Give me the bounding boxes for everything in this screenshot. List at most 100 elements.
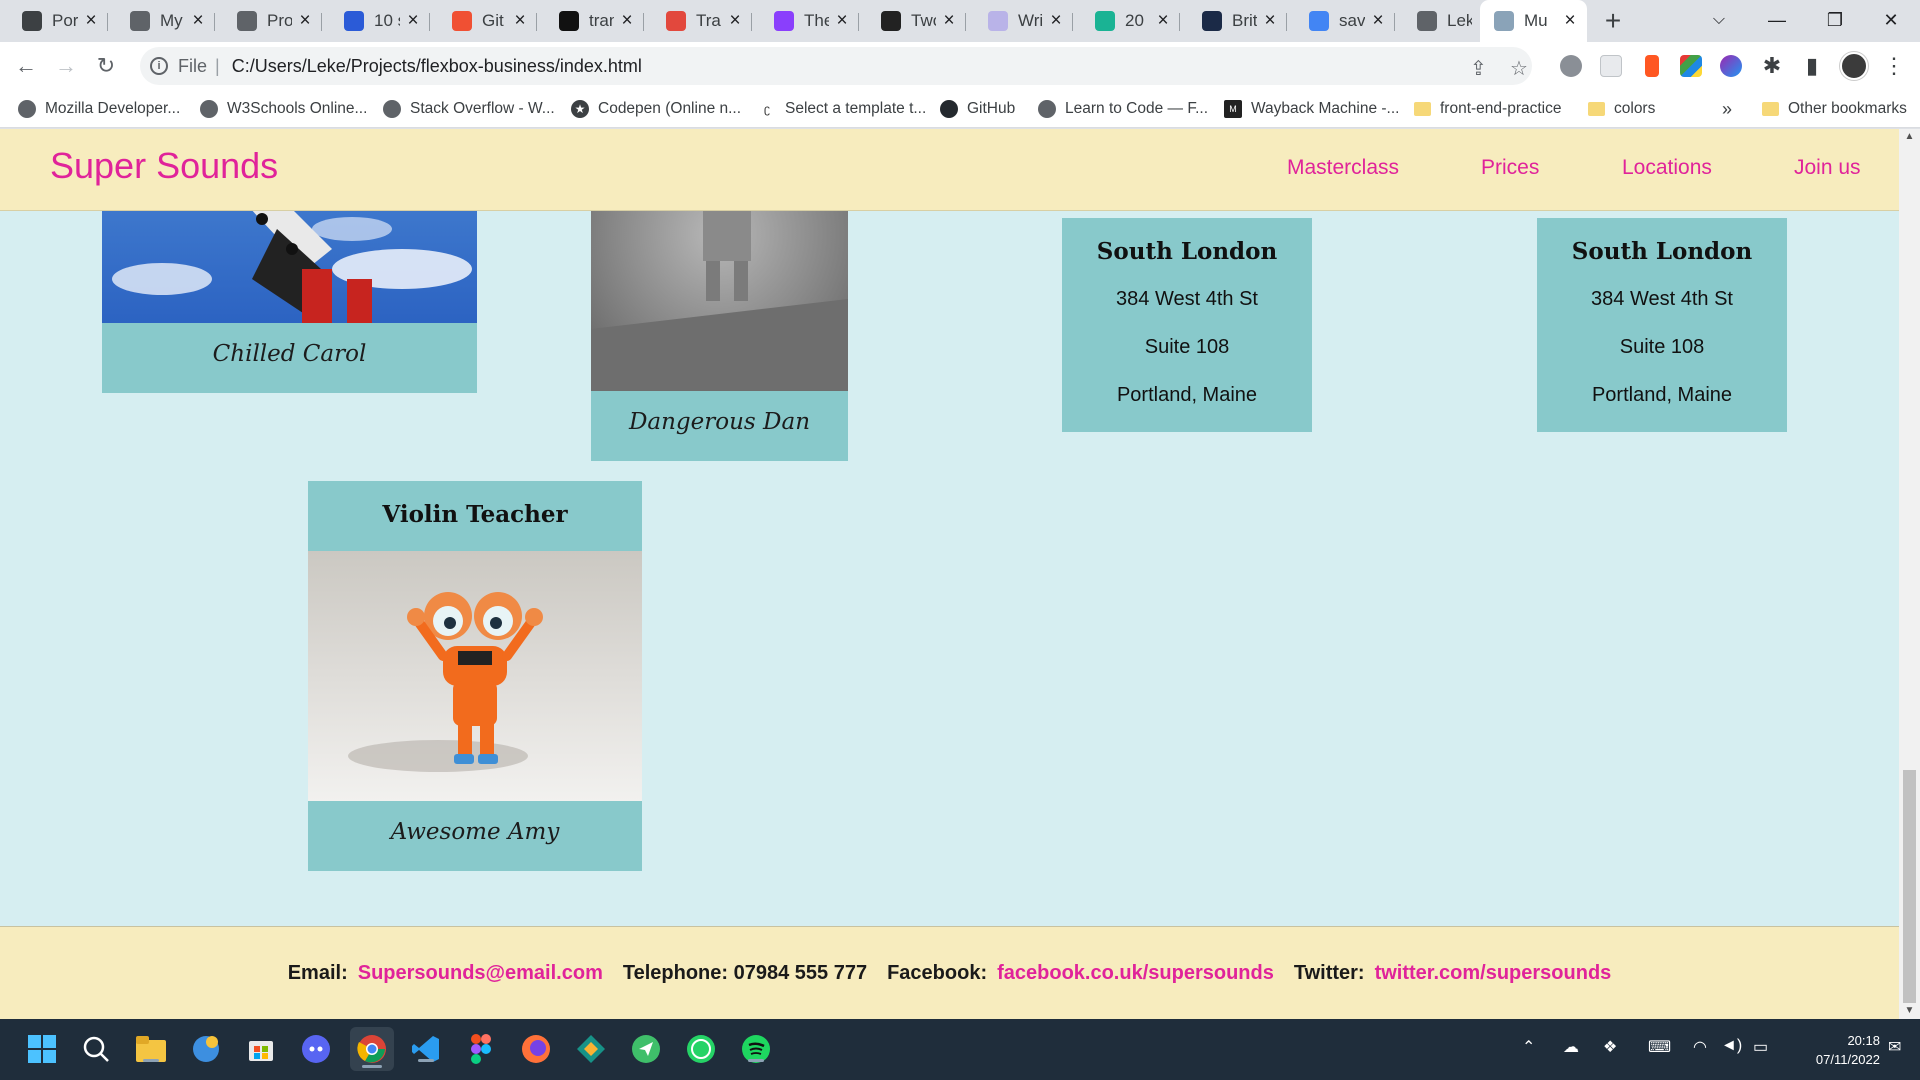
browser-tab[interactable]: Two× — [859, 0, 966, 42]
close-tab-icon[interactable]: × — [404, 10, 422, 32]
side-panel-icon[interactable]: ▮ — [1796, 50, 1828, 82]
back-arrow-icon[interactable]: ← — [10, 50, 42, 82]
profile-avatar[interactable] — [1840, 52, 1868, 80]
footer-facebook-link[interactable]: facebook.co.uk/supersounds — [997, 962, 1274, 985]
bookmark-item[interactable]: M Wayback Machine -... — [1224, 90, 1399, 128]
spotify-icon[interactable] — [740, 1033, 772, 1065]
page-viewport: Chilled Carol Dangerous Dan South London… — [0, 129, 1920, 1019]
address-bar[interactable]: i File | C:/Users/Leke/Projects/flexbox-… — [140, 47, 1532, 85]
bookmark-folder[interactable]: front-end-practice — [1414, 90, 1561, 128]
firefox-icon[interactable] — [520, 1033, 552, 1065]
nav-link-locations[interactable]: Locations — [1622, 156, 1712, 180]
new-tab-button[interactable]: + — [1598, 6, 1628, 36]
dropbox-icon[interactable]: ❖ — [1603, 1037, 1617, 1057]
system-clock[interactable]: 20:18 07/11/2022 — [1790, 1031, 1880, 1069]
microsoft-store-icon[interactable] — [245, 1033, 277, 1065]
bookmarks-overflow-button[interactable]: » — [1722, 90, 1732, 128]
tab-search-chevron-icon[interactable]: ⌵ — [1690, 0, 1748, 40]
minimize-button[interactable]: — — [1748, 0, 1806, 40]
browser-tab[interactable]: tran × — [537, 0, 644, 42]
bookmark-item[interactable]: Mozilla Developer... — [18, 90, 180, 128]
extension-icon[interactable] — [1645, 55, 1659, 77]
weather-widget-icon[interactable] — [190, 1033, 222, 1065]
figma-icon[interactable] — [465, 1033, 497, 1065]
browser-tab[interactable]: Mu × — [1480, 0, 1587, 42]
info-icon[interactable]: i — [150, 57, 168, 75]
bookmark-star-icon[interactable]: ☆ — [1510, 56, 1528, 81]
wifi-icon[interactable]: ◠ — [1693, 1037, 1707, 1057]
browser-tab[interactable]: 10 s× — [322, 0, 430, 42]
chrome-taskbar-icon[interactable] — [350, 1027, 394, 1071]
close-tab-icon[interactable]: × — [1047, 10, 1065, 32]
browser-tab[interactable]: savi× — [1287, 0, 1395, 42]
send-app-icon[interactable] — [630, 1033, 662, 1065]
browser-tab[interactable]: Trai × — [644, 0, 752, 42]
browser-tab[interactable]: Wri × — [966, 0, 1073, 42]
other-bookmarks-folder[interactable]: Other bookmarks — [1762, 90, 1907, 128]
colorzilla-icon[interactable] — [1680, 55, 1702, 77]
bookmark-item[interactable]: ʗ Select a template t... — [758, 90, 926, 128]
puzzle-extensions-icon[interactable]: ✱ — [1756, 50, 1788, 82]
close-tab-icon[interactable]: × — [1261, 10, 1279, 32]
battery-icon[interactable]: ▭ — [1753, 1037, 1768, 1057]
scroll-down-arrow-icon[interactable]: ▼ — [1899, 1003, 1920, 1019]
bookmark-folder[interactable]: colors — [1588, 90, 1655, 128]
tab-title: 20 E — [1125, 11, 1150, 30]
close-tab-icon[interactable]: × — [296, 10, 314, 32]
location-suite: Suite 108 — [1144, 336, 1230, 358]
forward-arrow-icon[interactable]: → — [50, 50, 82, 82]
file-explorer-icon[interactable] — [135, 1033, 167, 1065]
browser-tab[interactable]: Port× — [0, 0, 108, 42]
keyboard-icon[interactable]: ⌨ — [1648, 1037, 1671, 1057]
footer-email-link[interactable]: Supersounds@email.com — [358, 962, 603, 985]
scrollbar-thumb[interactable] — [1903, 770, 1916, 1003]
close-tab-icon[interactable]: × — [1154, 10, 1172, 32]
search-icon[interactable] — [80, 1033, 112, 1065]
close-tab-icon[interactable]: × — [833, 10, 851, 32]
scroll-up-arrow-icon[interactable]: ▲ — [1899, 129, 1920, 145]
onedrive-cloud-icon[interactable]: ☁ — [1563, 1037, 1579, 1057]
bookmark-item[interactable]: W3Schools Online... — [200, 90, 367, 128]
close-tab-icon[interactable]: × — [1561, 10, 1579, 32]
browser-tab[interactable]: Git × — [430, 0, 537, 42]
bookmark-item[interactable]: GitHub — [940, 90, 1015, 128]
notification-bell-icon[interactable]: ✉ — [1888, 1037, 1901, 1057]
browser-tab[interactable]: 20 E× — [1073, 0, 1180, 42]
reload-icon[interactable]: ↻ — [90, 50, 122, 82]
whatsapp-icon[interactable] — [685, 1033, 717, 1065]
nav-link-prices[interactable]: Prices — [1481, 156, 1539, 180]
share-icon[interactable]: ⇪ — [1470, 56, 1487, 81]
bookmark-item[interactable]: ★ Codepen (Online n... — [571, 90, 741, 128]
discord-icon[interactable] — [300, 1033, 332, 1065]
nav-link-masterclass[interactable]: Masterclass — [1287, 156, 1399, 180]
close-tab-icon[interactable]: × — [82, 10, 100, 32]
browser-tab[interactable]: Brit × — [1180, 0, 1287, 42]
page-scrollbar[interactable]: ▲ ▼ — [1899, 129, 1920, 1019]
browser-tab[interactable]: Pro × — [215, 0, 322, 42]
site-logo[interactable]: Super Sounds — [50, 145, 278, 187]
vscode-icon[interactable] — [410, 1033, 442, 1065]
browser-tab[interactable]: My × — [108, 0, 215, 42]
browser-tab[interactable]: The × — [752, 0, 859, 42]
close-window-button[interactable]: ✕ — [1862, 0, 1920, 40]
gitkraken-icon[interactable] — [575, 1033, 607, 1065]
kebab-menu-icon[interactable]: ⋮ — [1878, 50, 1910, 82]
close-tab-icon[interactable]: × — [189, 10, 207, 32]
nav-link-join-us[interactable]: Join us — [1794, 156, 1861, 180]
url-text[interactable]: C:/Users/Leke/Projects/flexbox-business/… — [232, 56, 642, 77]
bookmark-item[interactable]: Learn to Code — F... — [1038, 90, 1208, 128]
extension-icon[interactable] — [1720, 55, 1742, 77]
footer-twitter-link[interactable]: twitter.com/supersounds — [1375, 962, 1612, 985]
close-tab-icon[interactable]: × — [726, 10, 744, 32]
close-tab-icon[interactable]: × — [511, 10, 529, 32]
volume-icon[interactable]: ◄) — [1721, 1037, 1742, 1055]
close-tab-icon[interactable]: × — [618, 10, 636, 32]
bookmark-item[interactable]: Stack Overflow - W... — [383, 90, 555, 128]
restore-button[interactable]: ❐ — [1806, 0, 1864, 40]
close-tab-icon[interactable]: × — [940, 10, 958, 32]
bug-extension-icon[interactable] — [1560, 55, 1582, 77]
extension-icon[interactable] — [1600, 55, 1622, 77]
windows-start-icon[interactable] — [26, 1033, 58, 1065]
close-tab-icon[interactable]: × — [1369, 10, 1387, 32]
chevron-up-icon[interactable]: ⌃ — [1522, 1037, 1535, 1057]
